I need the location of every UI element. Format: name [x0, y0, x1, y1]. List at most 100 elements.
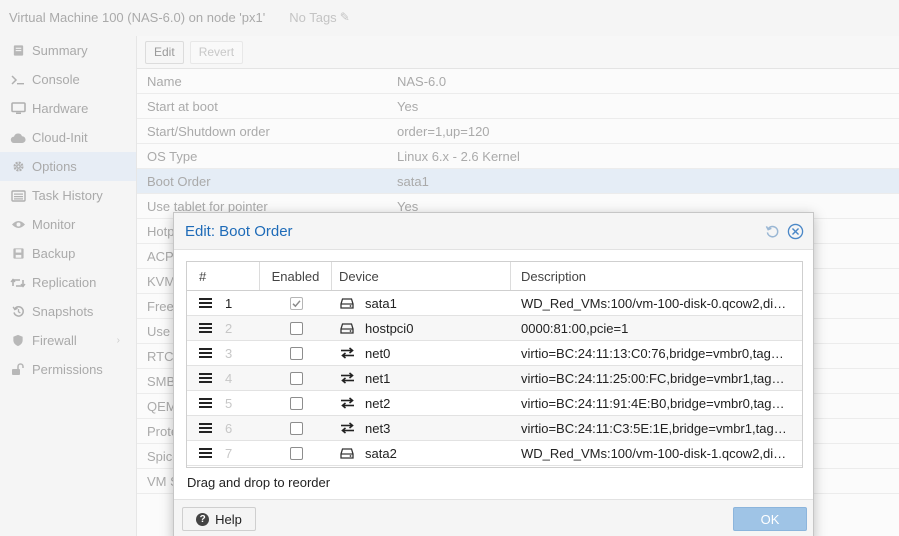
- enabled-cell: [260, 346, 332, 360]
- enabled-cell: [260, 446, 332, 460]
- table-row[interactable]: 3 net0 virtio=BC:24:11:13:C0:76,bridge=vmb…: [187, 341, 802, 366]
- grid-header: # Enabled Device Description: [187, 262, 802, 291]
- table-row[interactable]: 4 net1 virtio=BC:24:11:25:00:FC,bridge=vmb…: [187, 366, 802, 391]
- column-header-description[interactable]: Description: [511, 262, 802, 290]
- sidebar-item-label: Hardware: [32, 101, 89, 116]
- order-number: 7: [225, 445, 233, 461]
- boot-order-grid: # Enabled Device Description 1 sata1 WD_Re…: [186, 261, 803, 468]
- device-cell: net3: [332, 421, 511, 436]
- table-row[interactable]: 1 sata1 WD_Red_VMs:100/vm-100-disk-0.qcow2…: [187, 291, 802, 316]
- retweet-icon: [10, 276, 26, 290]
- column-header-device[interactable]: Device: [332, 262, 511, 290]
- pencil-icon: ✎: [339, 10, 350, 24]
- column-header-enabled[interactable]: Enabled: [260, 262, 332, 290]
- drag-handle-icon[interactable]: [199, 398, 212, 408]
- drag-handle-icon[interactable]: [199, 323, 212, 333]
- close-icon[interactable]: [787, 223, 804, 240]
- enabled-cell: [260, 396, 332, 410]
- order-number: 1: [225, 295, 233, 311]
- device-cell: sata2: [332, 446, 511, 461]
- tags-edit[interactable]: No Tags ✎: [289, 10, 350, 25]
- drag-handle-icon[interactable]: [199, 448, 212, 458]
- table-row[interactable]: 6 net3 virtio=BC:24:11:C3:5E:1E,bridge=vmb…: [187, 416, 802, 441]
- sidebar-item-cloud-init[interactable]: Cloud-Init: [0, 123, 136, 152]
- option-row[interactable]: Name NAS-6.0: [137, 69, 899, 94]
- device-cell: hostpci0: [332, 321, 511, 336]
- device-cell: net1: [332, 371, 511, 386]
- sidebar-item-hardware[interactable]: Hardware: [0, 94, 136, 123]
- option-row[interactable]: Start at boot Yes: [137, 94, 899, 119]
- table-row[interactable]: 2 hostpci0 0000:81:00,pcie=1: [187, 316, 802, 341]
- hdd-icon: [339, 322, 355, 334]
- option-value: order=1,up=120: [397, 123, 490, 139]
- gear-icon: [10, 160, 26, 174]
- option-value: Yes: [397, 98, 419, 114]
- sidebar-item-backup[interactable]: Backup: [0, 239, 136, 268]
- device-name: hostpci0: [365, 320, 414, 336]
- sidebar: Summary Console Hardware Cloud-Init Options T…: [0, 36, 137, 536]
- column-header-num[interactable]: #: [187, 262, 260, 290]
- chevron-right-icon[interactable]: ›: [117, 335, 120, 346]
- enabled-checkbox[interactable]: [289, 446, 303, 460]
- option-key: Start at boot: [147, 98, 218, 114]
- sidebar-item-monitor[interactable]: Monitor: [0, 210, 136, 239]
- terminal-icon: [10, 73, 26, 87]
- sidebar-item-snapshots[interactable]: Snapshots: [0, 297, 136, 326]
- dialog-title: Edit: Boot Order: [185, 222, 293, 240]
- cloud-icon: [10, 131, 26, 145]
- sidebar-item-label: Options: [32, 159, 77, 174]
- device-cell: net2: [332, 396, 511, 411]
- option-row[interactable]: OS Type Linux 6.x - 2.6 Kernel: [137, 144, 899, 169]
- question-icon: ?: [196, 512, 210, 526]
- device-name: net1: [365, 370, 391, 386]
- order-cell: 2: [187, 321, 260, 336]
- revert-button[interactable]: Revert: [189, 40, 244, 64]
- order-number: 4: [225, 370, 233, 386]
- option-value: NAS-6.0: [397, 73, 447, 89]
- sidebar-item-permissions[interactable]: Permissions: [0, 355, 136, 384]
- enabled-checkbox[interactable]: [289, 371, 303, 385]
- network-exchange-icon: [339, 422, 355, 434]
- device-description: WD_Red_VMs:100/vm-100-disk-0.qcow2,disca…: [521, 295, 802, 311]
- order-number: 2: [225, 320, 233, 336]
- sidebar-item-label: Permissions: [32, 362, 103, 377]
- drag-handle-icon[interactable]: [199, 423, 212, 433]
- order-cell: 7: [187, 446, 260, 461]
- sidebar-item-options[interactable]: Options: [0, 152, 136, 181]
- order-number: 5: [225, 395, 233, 411]
- drag-handle-icon[interactable]: [199, 373, 212, 383]
- enabled-cell: [260, 371, 332, 385]
- option-row[interactable]: Start/Shutdown order order=1,up=120: [137, 119, 899, 144]
- drag-handle-icon[interactable]: [199, 298, 212, 308]
- device-description: 0000:81:00,pcie=1: [521, 320, 629, 336]
- sidebar-item-label: Snapshots: [32, 304, 94, 319]
- help-label: Help: [215, 511, 242, 527]
- sidebar-item-console[interactable]: Console: [0, 65, 136, 94]
- sidebar-item-firewall[interactable]: Firewall ›: [0, 326, 136, 355]
- edit-button[interactable]: Edit: [145, 40, 184, 64]
- table-row[interactable]: 5 net2 virtio=BC:24:11:91:4E:B0,bridge=vmb…: [187, 391, 802, 416]
- order-cell: 3: [187, 346, 260, 361]
- enabled-cell: [260, 296, 332, 310]
- reset-icon[interactable]: [764, 223, 781, 240]
- sidebar-item-task-history[interactable]: Task History: [0, 181, 136, 210]
- sidebar-item-replication[interactable]: Replication: [0, 268, 136, 297]
- option-row[interactable]: Boot Order sata1: [137, 169, 899, 194]
- enabled-checkbox[interactable]: [289, 321, 303, 335]
- enabled-checkbox[interactable]: [289, 296, 303, 310]
- table-row[interactable]: 7 sata2 WD_Red_VMs:100/vm-100-disk-1.qcow2…: [187, 441, 802, 466]
- option-key: Name: [147, 73, 182, 89]
- drag-handle-icon[interactable]: [199, 348, 212, 358]
- page-title: Virtual Machine 100 (NAS-6.0) on node 'p…: [9, 9, 266, 25]
- drag-hint: Drag and drop to reorder: [187, 475, 331, 490]
- ok-button[interactable]: OK: [733, 507, 807, 531]
- book-icon: [10, 44, 26, 58]
- enabled-checkbox[interactable]: [289, 346, 303, 360]
- option-key: Boot Order: [147, 173, 211, 189]
- sidebar-item-summary[interactable]: Summary: [0, 36, 136, 65]
- enabled-checkbox[interactable]: [289, 421, 303, 435]
- order-cell: 1: [187, 296, 260, 311]
- enabled-checkbox[interactable]: [289, 396, 303, 410]
- device-description: WD_Red_VMs:100/vm-100-disk-1.qcow2,disca…: [521, 445, 802, 461]
- help-button[interactable]: ? Help: [182, 507, 256, 531]
